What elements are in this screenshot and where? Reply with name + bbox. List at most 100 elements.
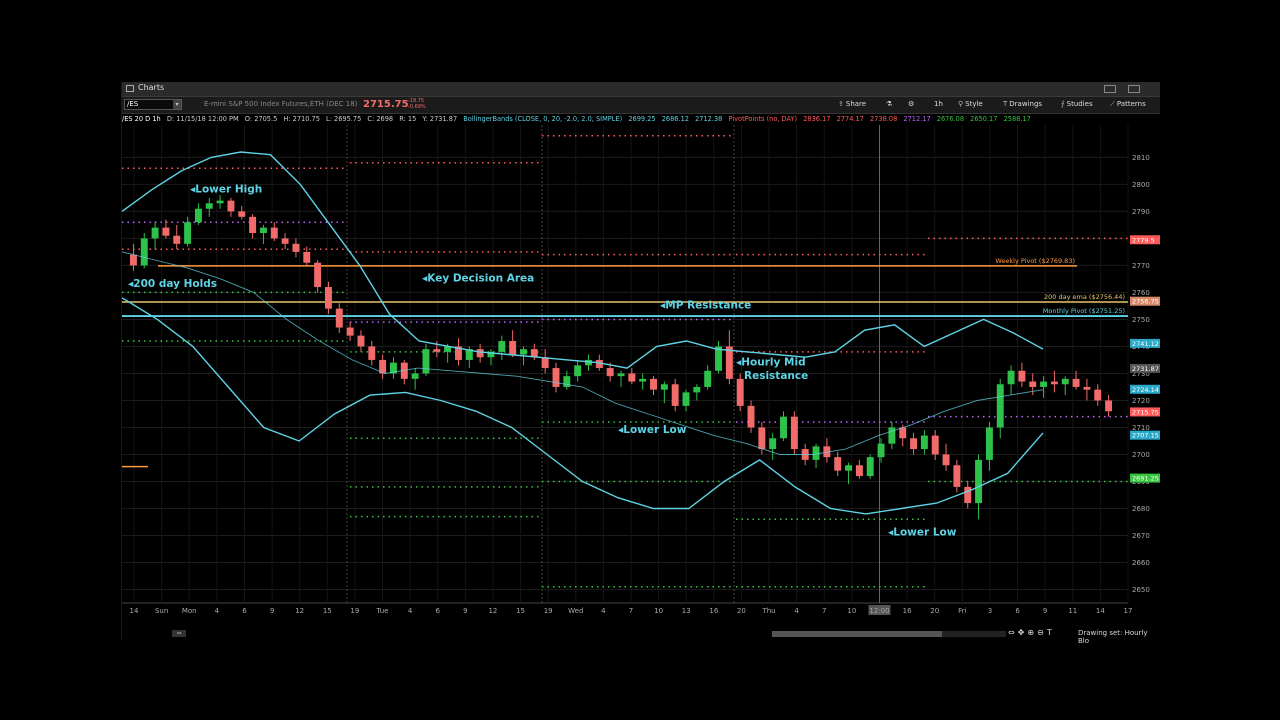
- candle-body: [520, 349, 527, 355]
- candle-body: [877, 443, 885, 458]
- candle-body: [357, 335, 365, 347]
- candle-body: [552, 368, 560, 387]
- price-tag-label: 2715.75: [1132, 408, 1159, 416]
- x-tick-label: 4: [408, 607, 413, 615]
- candle-body: [1029, 381, 1037, 387]
- window-title: Charts: [138, 83, 165, 92]
- candle-body: [259, 227, 267, 234]
- candle-body: [996, 384, 1004, 428]
- candle-body: [866, 457, 874, 477]
- y-tick-label: 2810: [1132, 154, 1150, 162]
- candle-body: [509, 341, 517, 355]
- candle-body: [151, 227, 159, 239]
- x-tick-label: 7: [822, 607, 826, 615]
- flask-icon[interactable]: ⚗: [886, 100, 892, 108]
- charts-window: Charts /ES ▾ E-mini S&P 500 Index Future…: [121, 82, 1160, 645]
- candle-body: [769, 438, 777, 450]
- style-label: Style: [965, 100, 983, 108]
- candle-body: [1061, 378, 1069, 385]
- horizontal-scrollbar[interactable]: [772, 631, 1006, 637]
- candle-body: [855, 465, 863, 477]
- x-tick-label: 10: [654, 607, 663, 615]
- x-tick-label: 13: [682, 607, 691, 615]
- info-date: D: 11/15/18 12:00 PM: [166, 115, 239, 123]
- candle-body: [574, 365, 582, 377]
- timeframe-button[interactable]: 1h: [934, 100, 943, 108]
- candle-body: [314, 262, 322, 288]
- candle-body: [498, 341, 506, 352]
- candle-body: [845, 465, 853, 471]
- pivot-value-1: 2836.17: [803, 115, 831, 123]
- x-tick-label: 4: [601, 607, 606, 615]
- share-button[interactable]: ⇪ Share: [838, 100, 866, 108]
- info-high: H: 2710.75: [283, 115, 320, 123]
- x-tick-label: 6: [242, 607, 247, 615]
- info-y: Y: 2731.87: [422, 115, 458, 123]
- restore-icon[interactable]: [1128, 85, 1140, 93]
- candle-body: [238, 211, 246, 217]
- key-level-label: 200 day ema ($2756.44): [1044, 293, 1125, 301]
- info-range: R: 15: [399, 115, 417, 123]
- candle-body: [975, 459, 983, 504]
- key-level-label: Monthly Pivot ($2751.25): [1043, 307, 1125, 315]
- x-tick-label: Tue: [376, 607, 389, 615]
- annotation-label: ◂Lower High: [190, 184, 262, 196]
- candle-body: [1050, 381, 1058, 385]
- maximize-icon[interactable]: [1104, 85, 1116, 93]
- x-tick-label: Wed: [568, 607, 583, 615]
- candle-body: [617, 373, 625, 377]
- price-tag-label: 2731.87: [1132, 365, 1159, 373]
- candle-body: [281, 238, 289, 244]
- drawings-button[interactable]: T Drawings: [1003, 100, 1042, 108]
- candle-body: [563, 376, 571, 387]
- drawing-set-label: Drawing set: Hourly Blo: [1078, 629, 1148, 645]
- share-icon: ⇪: [838, 100, 844, 108]
- x-tick-label: 19: [544, 607, 553, 615]
- symbol-dropdown-icon[interactable]: ▾: [173, 100, 181, 109]
- x-tick-label: 16: [709, 607, 718, 615]
- candle-body: [899, 427, 907, 439]
- style-icon: ⚲: [958, 100, 964, 108]
- y-tick-label: 2770: [1132, 262, 1150, 270]
- x-tick-label: 19: [350, 607, 359, 615]
- candle-body: [920, 435, 928, 450]
- y-tick-label: 2750: [1132, 316, 1150, 324]
- patterns-icon: ⟋: [1110, 100, 1115, 108]
- drawings-label: Drawings: [1009, 100, 1043, 108]
- candle-body: [411, 373, 419, 379]
- candle-body: [704, 370, 712, 387]
- y-tick-label: 2650: [1132, 586, 1150, 594]
- candle-body: [931, 435, 939, 455]
- study-info-bar: /ES 20 D 1h D: 11/15/18 12:00 PM O: 2705…: [122, 114, 1132, 125]
- annotation-label: ◂Lower Low: [618, 424, 687, 436]
- chart-toolbar: /ES ▾ E-mini S&P 500 Index Futures,ETH (…: [122, 97, 1160, 114]
- candle-body: [780, 416, 787, 439]
- scroll-thumb[interactable]: [772, 631, 942, 637]
- bollinger-label[interactable]: BollingerBands (CLOSE, 0, 20, -2.0, 2.0,…: [463, 115, 622, 123]
- y-tick-label: 2800: [1132, 181, 1150, 189]
- x-tick-label: 3: [988, 607, 992, 615]
- x-tick-label: 16: [903, 607, 912, 615]
- x-tick-label: 20: [737, 607, 746, 615]
- pivot-value-4: 2712.17: [903, 115, 931, 123]
- candle-body: [541, 357, 549, 369]
- pivot-label[interactable]: PivotPoints (no, DAY): [728, 115, 797, 123]
- price-chart[interactable]: 2650266026702680269027002710272027302740…: [122, 125, 1160, 617]
- pivot-value-2: 2774.17: [836, 115, 864, 123]
- zoom-control-icon[interactable]: ⇔: [172, 630, 186, 637]
- x-tick-label: 15: [323, 607, 332, 615]
- candle-body: [888, 427, 896, 444]
- candle-body: [910, 438, 918, 450]
- x-tick-label: 6: [1015, 607, 1020, 615]
- y-tick-label: 2720: [1132, 397, 1150, 405]
- style-button[interactable]: ⚲ Style: [958, 100, 983, 108]
- chart-nav-icons[interactable]: ⇔✥⊕⊖T: [1008, 628, 1055, 637]
- patterns-button[interactable]: ⟋ Patterns: [1110, 100, 1146, 109]
- y-tick-label: 2680: [1132, 505, 1150, 513]
- studies-button[interactable]: ⨍ Studies: [1061, 100, 1093, 108]
- candle-body: [1105, 400, 1113, 412]
- gear-icon[interactable]: ⚙: [908, 100, 914, 108]
- x-tick-label: 4: [215, 607, 220, 615]
- charts-window-icon: [126, 85, 134, 92]
- candle-body: [194, 208, 202, 223]
